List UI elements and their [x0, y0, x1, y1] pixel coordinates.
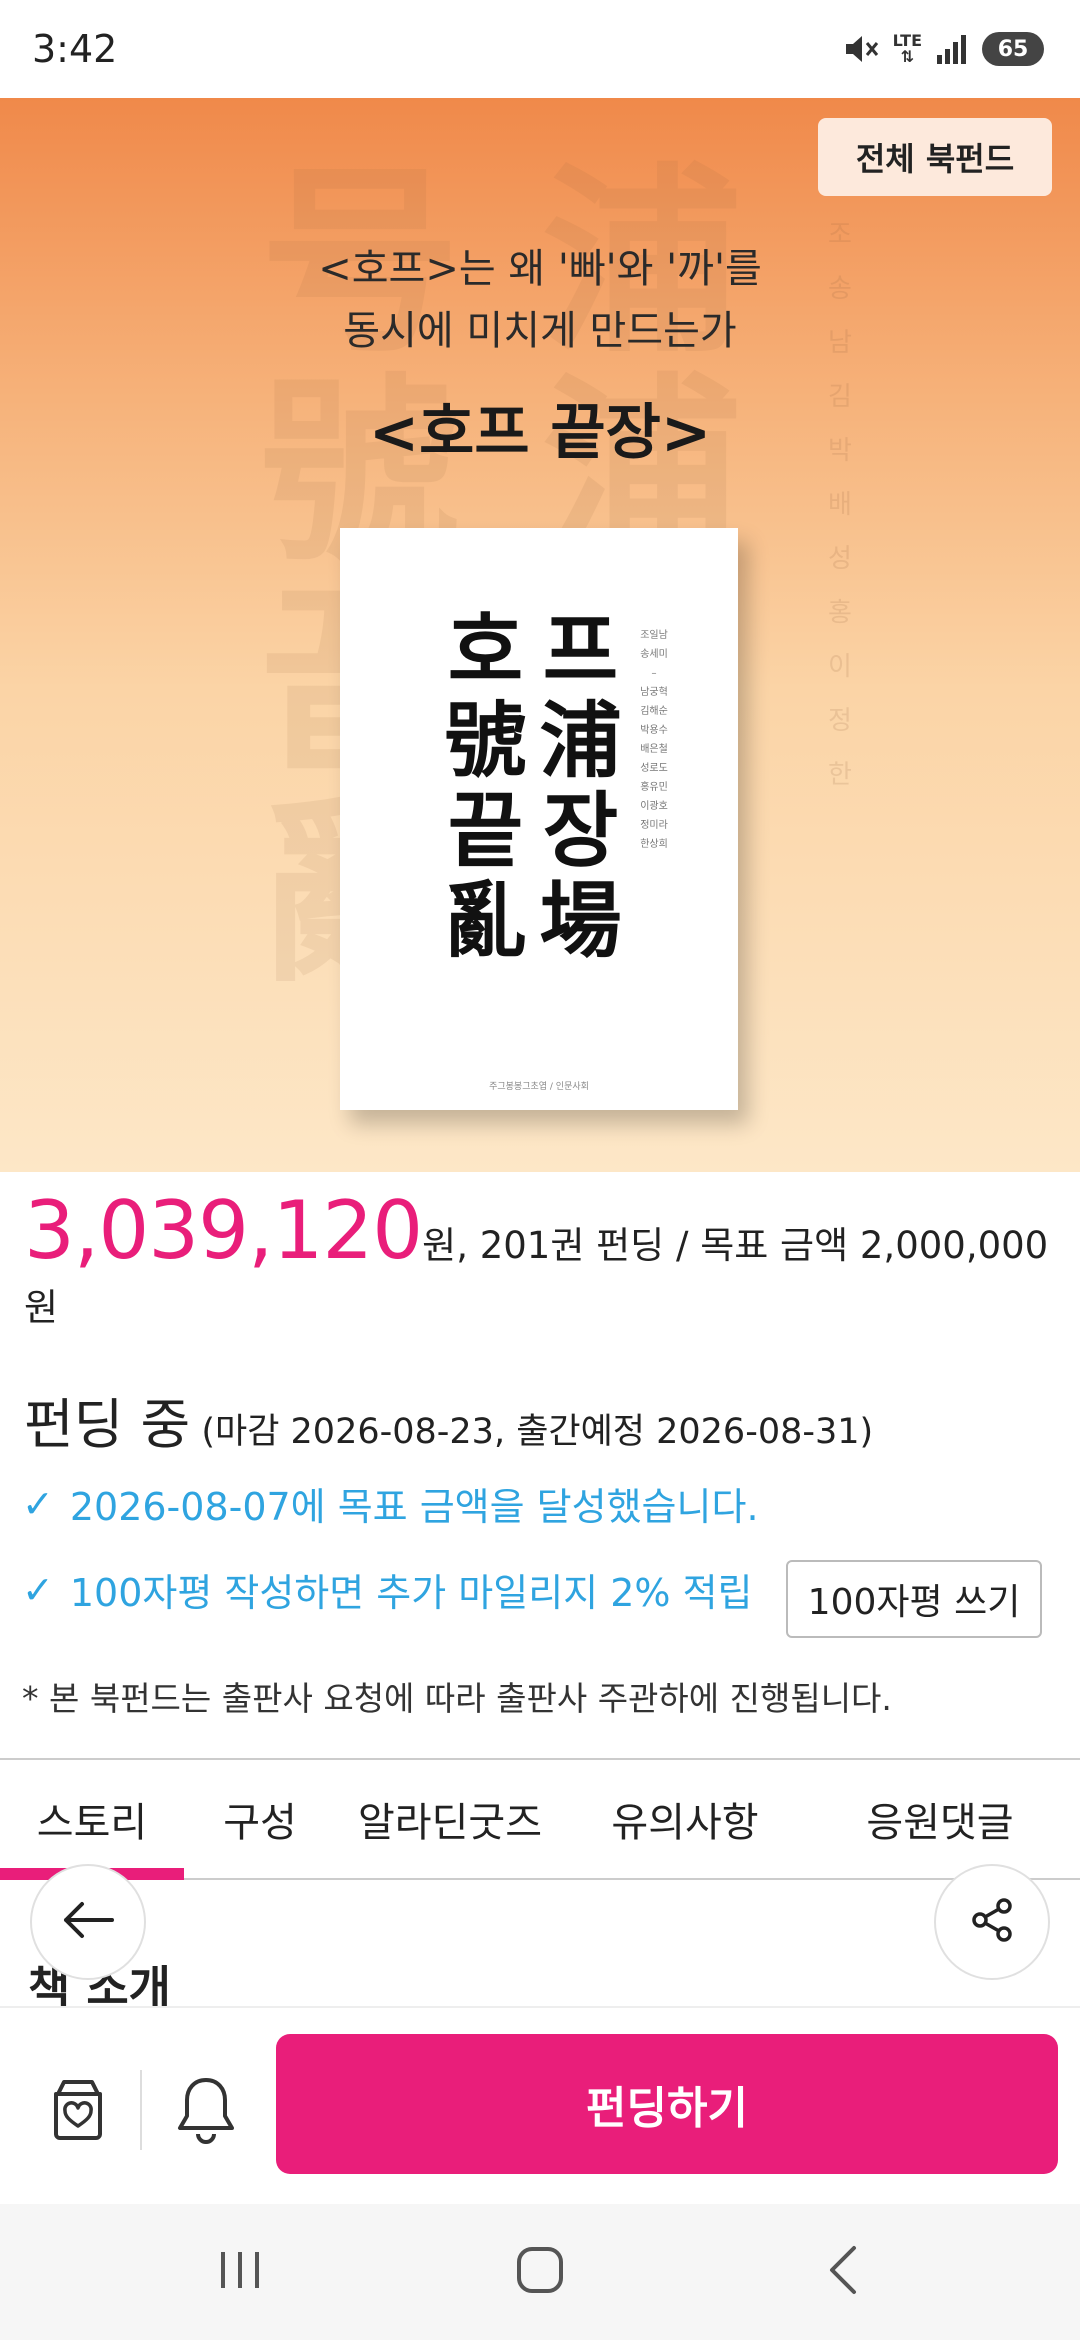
review-bonus-line: ✓ 100자평 작성하면 추가 마일리지 2% 적립: [22, 1562, 753, 1617]
recent-apps-button[interactable]: [160, 2204, 320, 2340]
cover-author: 한상희: [640, 839, 668, 850]
notify-button[interactable]: [164, 2068, 248, 2152]
cover-author-divider: –: [651, 668, 657, 679]
cover-author: 박용수: [640, 725, 668, 736]
cover-char: 장: [542, 783, 619, 879]
status-bar: 3:42 LTE ⇅ 65: [0, 0, 1080, 98]
funding-status-line: 펀딩 중 (마감 2026-08-23, 출간예정 2026-08-31): [24, 1380, 873, 1459]
wishlist-button[interactable]: [36, 2068, 120, 2152]
cover-author: 송세미: [640, 649, 668, 660]
network-label: LTE: [892, 31, 922, 50]
book-cover[interactable]: 호 프 號 浦 끝 장 亂 場 조일남 송세미 – 남궁혁 김해순 박용수 배은…: [340, 528, 738, 1110]
cover-author: 성로도: [640, 763, 668, 774]
tab-bar: 스토리 구성 알라딘굿즈 유의사항 응원댓글: [0, 1758, 1080, 1880]
tab-cheer-comments[interactable]: 응원댓글: [840, 1760, 1040, 1878]
system-nav-bar: [0, 2204, 1080, 2340]
cover-author: 남궁혁: [640, 687, 668, 698]
cover-author: 김해순: [640, 706, 668, 717]
arrow-left-icon: [62, 1900, 114, 1944]
cover-char: 호: [447, 603, 524, 699]
fund-button[interactable]: 펀딩하기: [276, 2034, 1058, 2174]
cover-author: 조일남: [640, 630, 668, 641]
screen: 3:42 LTE ⇅ 65 号 浦號 浦 조 송 남 김 박 배 성 홍 이 정…: [0, 0, 1080, 2340]
cover-char: 號: [444, 693, 527, 789]
nav-back-button[interactable]: [764, 2204, 924, 2340]
cover-author: 이광호: [640, 801, 668, 812]
cover-authors: 조일남 송세미 – 남궁혁 김해순 박용수 배은철 성로도 홍유민 이광호 정미…: [640, 626, 668, 854]
hero-subtitle-line2: 동시에 미치게 만드는가: [343, 308, 737, 354]
cover-char: 亂: [444, 873, 527, 969]
share-button[interactable]: [934, 1864, 1050, 1980]
tab-composition[interactable]: 구성: [190, 1760, 330, 1878]
tab-aladin-goods[interactable]: 알라딘굿즈: [340, 1760, 560, 1878]
cover-char: 끝: [447, 783, 524, 879]
hero-subtitle: <호프>는 왜 '빠'와 '까'를 동시에 미치게 만드는가: [0, 238, 1080, 362]
funding-dates: (마감 2026-08-23, 출간예정 2026-08-31): [201, 1412, 874, 1452]
cover-char: 場: [539, 873, 622, 969]
share-icon: [968, 1896, 1016, 1948]
funding-amount: 3,039,120: [24, 1184, 423, 1277]
cover-title: 호 프 號 浦 끝 장 亂 場: [438, 606, 628, 966]
check-icon: ✓: [22, 1567, 54, 1612]
home-icon: [515, 2245, 565, 2299]
hero-subtitle-line1: <호프>는 왜 '빠'와 '까'를: [318, 246, 762, 292]
check-icon: ✓: [22, 1481, 54, 1526]
cover-author: 정미라: [640, 820, 668, 831]
cover-author: 배은철: [640, 744, 668, 755]
back-icon: [824, 2244, 864, 2300]
tab-story[interactable]: 스토리: [0, 1760, 184, 1878]
battery-icon: 65: [982, 32, 1044, 66]
publisher-notice: * 본 북펀드는 출판사 요청에 따라 출판사 주관하에 진행됩니다.: [22, 1679, 892, 1718]
cover-char: 프: [542, 603, 619, 699]
action-bar: 펀딩하기: [0, 2006, 1080, 2204]
cover-publisher: 주그봉봉그초엽 / 인문사회: [489, 1082, 589, 1092]
wishlist-bag-icon: [42, 2072, 114, 2148]
cover-author: 홍유민: [640, 782, 668, 793]
goal-achieved-line: ✓ 2026-08-07에 목표 금액을 달성했습니다.: [22, 1476, 759, 1531]
status-time: 3:42: [32, 27, 118, 71]
write-review-button[interactable]: 100자평 쓰기: [786, 1560, 1042, 1638]
home-button[interactable]: [460, 2204, 620, 2340]
mute-icon: [843, 32, 879, 66]
all-bookfund-button[interactable]: 전체 북펀드: [818, 118, 1052, 196]
hero-title: <호프 끝장>: [368, 398, 712, 468]
funding-status: 펀딩 중: [24, 1393, 191, 1456]
back-button[interactable]: [30, 1864, 146, 1980]
cover-char: 浦: [539, 693, 622, 789]
review-bonus-text: 100자평 작성하면 추가 마일리지 2% 적립: [69, 1571, 753, 1615]
funding-amount-line: 3,039,120원, 201권 펀딩 / 목표 금액 2,000,000원: [24, 1191, 1064, 1339]
signal-icon: [936, 33, 968, 65]
tab-notes[interactable]: 유의사항: [590, 1760, 780, 1878]
bell-icon: [173, 2072, 239, 2148]
goal-achieved-text: 2026-08-07에 목표 금액을 달성했습니다.: [69, 1485, 759, 1529]
status-icons: LTE ⇅ 65: [843, 32, 1044, 66]
lte-indicator: LTE ⇅: [892, 31, 922, 66]
hero-banner: 号 浦號 浦끝 장亂 場 조송남김박배성홍이정한 전체 북펀드 <호프>는 왜 …: [0, 98, 1080, 1172]
recent-apps-icon: [215, 2248, 265, 2296]
action-divider: [140, 2070, 142, 2150]
